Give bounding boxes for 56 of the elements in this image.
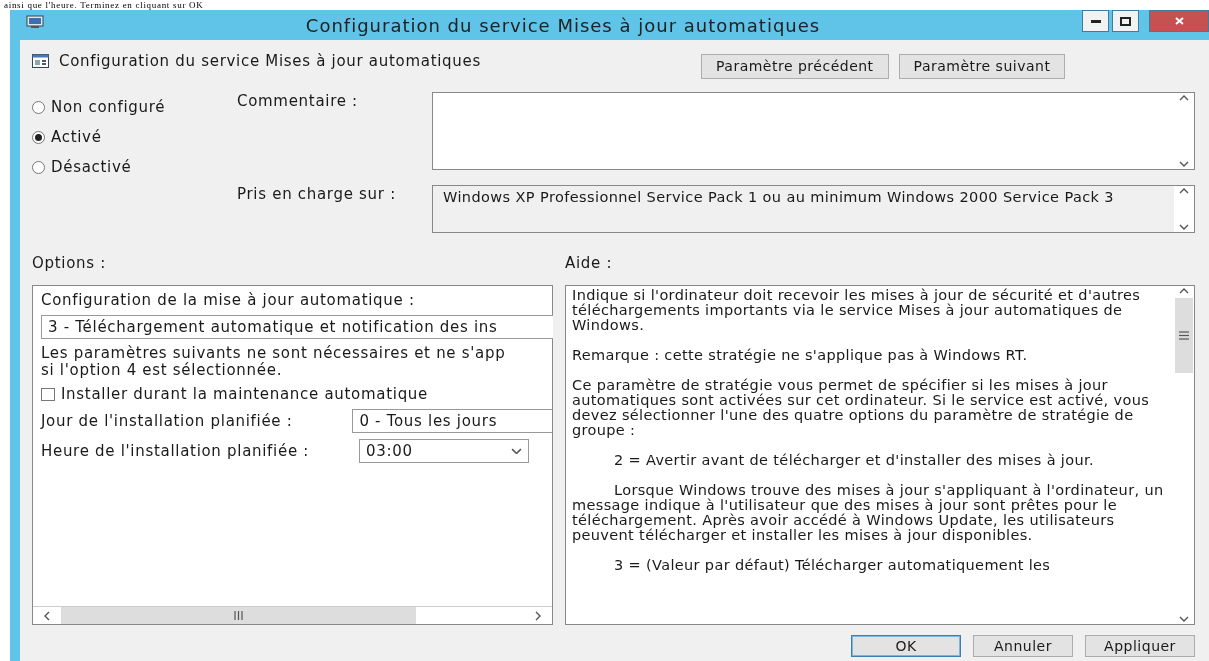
dialog-button[interactable]: Annuler: [973, 635, 1073, 657]
grip-icon: [1179, 331, 1189, 340]
help-label: Aide :: [565, 253, 613, 272]
day-dropdown[interactable]: 0 - Tous les jours: [352, 409, 552, 433]
scroll-down-icon[interactable]: [1179, 616, 1189, 622]
minimize-button[interactable]: [1082, 10, 1109, 32]
supported-label: Pris en charge sur :: [237, 185, 397, 205]
checkbox-label: Installer durant la maintenance automatique: [61, 385, 428, 403]
radio-button[interactable]: [32, 100, 45, 114]
scrollbar-thumb[interactable]: [61, 607, 416, 624]
comment-label: Commentaire :: [237, 92, 359, 112]
update-mode-dropdown[interactable]: 3 - Téléchargement automatique et notification des ins: [41, 315, 553, 339]
supported-text: Windows XP Professionnel Service Pack 1 ou au minimum Windows 2000 Service Pack 3: [442, 188, 1115, 207]
radio-button[interactable]: [32, 130, 45, 144]
help-paragraph: 3 = (Valeur par défaut) Télécharger automatiquement les: [613, 558, 1052, 573]
help-paragraph: Indique si l'ordinateur doit recevoir les mises à jour de sécurité et d'autres téléchargements importants via le service Mises à jour automatiques de Windows.: [572, 288, 1142, 333]
document-text: ainsi que l'heure. Terminez en cliquant sur OK: [3, 0, 205, 10]
radio-label: Non configuré: [51, 98, 166, 116]
radio-button[interactable]: [32, 160, 45, 174]
setting-title: Configuration du service Mises à jour automatiques: [59, 52, 482, 70]
radio-label: Activé: [51, 128, 102, 146]
field-label: Heure de l'installation planifiée :: [41, 442, 311, 460]
radio-label: Désactivé: [51, 158, 132, 176]
checkbox[interactable]: [41, 387, 55, 401]
navigation-button[interactable]: Paramètre précédent: [701, 53, 889, 79]
chevron-down-icon[interactable]: [511, 447, 522, 455]
help-paragraph: 2 = Avertir avant de télécharger et d'installer des mises à jour.: [613, 453, 1095, 468]
window-title: Configuration du service Mises à jour automatiques: [304, 14, 822, 36]
maximize-button[interactable]: [1112, 10, 1139, 32]
chevron-left-icon: [44, 610, 50, 621]
help-paragraph: Remarque : cette stratégie ne s'applique pas à Windows RT.: [572, 348, 1029, 363]
close-icon: [1174, 17, 1184, 25]
scroll-up-icon[interactable]: [1179, 288, 1189, 294]
comment-field[interactable]: [432, 92, 1195, 170]
scroll-up-icon[interactable]: [1179, 95, 1189, 101]
chevron-right-icon: [535, 610, 541, 621]
scroll-up-icon[interactable]: [1179, 188, 1189, 194]
close-button[interactable]: [1149, 10, 1209, 32]
scroll-down-icon[interactable]: [1179, 224, 1189, 230]
navigation-button[interactable]: Paramètre suivant: [898, 53, 1066, 79]
dialog-button[interactable]: OK: [851, 635, 961, 657]
help-paragraph: Ce paramètre de stratégie vous permet de spécifier si les mises à jour automatiques sont activées sur cet ordinateur. Si le service est activé, vous devez sélectionner l'une des quatre options du paramètre de stratégie de groupe :: [572, 378, 1151, 438]
time-dropdown[interactable]: 03:00: [359, 439, 529, 463]
scrollbar-thumb[interactable]: [1175, 298, 1193, 373]
options-label: Options :: [32, 253, 107, 272]
minimize-icon: [1090, 19, 1101, 23]
settings-window-icon: [32, 54, 49, 68]
field-label: Jour de l'installation planifiée :: [41, 412, 294, 430]
scroll-down-icon[interactable]: [1179, 161, 1189, 167]
app-icon: [26, 15, 44, 29]
grip-icon: [233, 611, 244, 620]
help-paragraph: Lorsque Windows trouve des mises à jour s'appliquant à l'ordinateur, un message indique à l'utilisateur que des mises à jour sont prêtes pour le téléchargement. Après avoir accédé à Windows Update, les utilisateurs peuvent télécharger et installer les mises à jour disponibles.: [572, 483, 1165, 543]
dialog-button[interactable]: Appliquer: [1085, 635, 1195, 657]
options-note: Les paramètres suivants ne sont nécessaires et ne s'app si l'option 4 est sélectionnée.: [41, 345, 507, 379]
options-heading: Configuration de la mise à jour automatique :: [41, 292, 416, 309]
maximize-icon: [1120, 16, 1131, 26]
